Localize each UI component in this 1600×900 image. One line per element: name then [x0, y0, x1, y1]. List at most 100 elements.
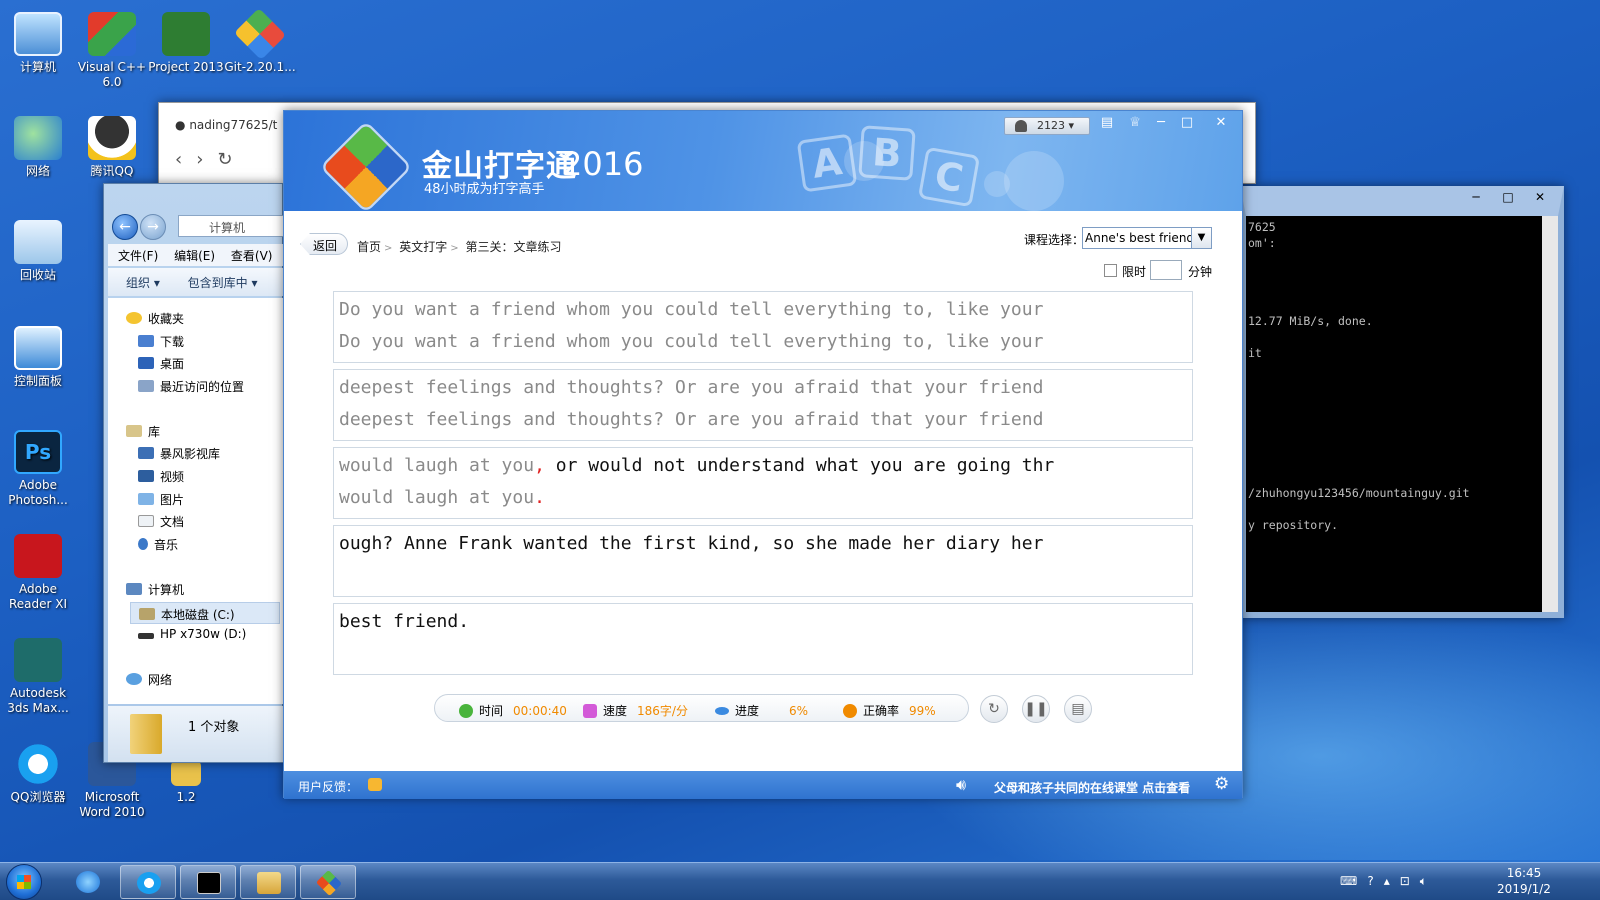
typed-line: would laugh at you. [339, 487, 545, 508]
tree-music[interactable]: 音乐 [138, 536, 178, 553]
menu-edit[interactable]: 编辑(E) [174, 249, 215, 263]
text-block[interactable]: ough? Anne Frank wanted the first kind, … [333, 525, 1193, 597]
promo-link[interactable]: 父母和孩子共同的在线课堂 点击查看 [994, 779, 1190, 796]
desktop-icon-label: Microsoft Word 2010 [79, 790, 145, 819]
desktop-icon-git[interactable]: Git-2.20.1... [222, 7, 298, 75]
desktop-icon-qq-browser[interactable]: QQ浏览器 [0, 742, 76, 805]
tree-storm-library[interactable]: 暴风影视库 [138, 445, 220, 462]
tree-label: HP x730w (D:) [160, 627, 247, 641]
time-limit-checkbox[interactable] [1104, 264, 1117, 277]
start-button[interactable] [6, 864, 42, 900]
user-account-dropdown[interactable]: 2123 ▾ [1004, 117, 1090, 135]
forward-button[interactable]: → [140, 214, 166, 240]
notes-icon[interactable]: ▤ [1096, 115, 1118, 130]
desktop-icon-computer[interactable]: 计算机 [0, 12, 76, 75]
clock[interactable]: 16:45 2019/1/2 [1494, 865, 1554, 897]
include-in-library-button[interactable]: 包含到库中 ▾ [188, 276, 258, 290]
report-button[interactable]: ▤ [1064, 695, 1092, 723]
tree-desktop[interactable]: 桌面 [138, 355, 184, 372]
desktop-icon-control-panel[interactable]: 控制面板 [0, 326, 76, 389]
taskbar-ie[interactable] [60, 865, 116, 899]
text-block[interactable]: best friend. [333, 603, 1193, 675]
tree-drive-d[interactable]: HP x730w (D:) [138, 627, 246, 641]
network-icon [126, 673, 142, 685]
stat-value: 99% [909, 704, 936, 718]
typed-line: deepest feelings and thoughts? Or are yo… [339, 409, 1044, 430]
desktop-icon-network[interactable]: 网络 [0, 116, 76, 179]
taskbar-qq-browser[interactable] [120, 865, 176, 899]
desktop-icon-3ds-max[interactable]: Autodesk 3ds Max... [0, 638, 76, 716]
tree-documents[interactable]: 文档 [138, 513, 184, 530]
tree-favorites[interactable]: 收藏夹 [126, 310, 184, 327]
desktop-icon-visual-cpp[interactable]: Visual C++ 6.0 [74, 12, 150, 90]
tree-computer[interactable]: 计算机 [126, 581, 184, 598]
tree-label: 计算机 [148, 583, 185, 597]
reload-icon[interactable]: ↻ [217, 149, 246, 170]
project-icon [162, 12, 210, 56]
address-bar[interactable]: 计算机 [178, 215, 284, 237]
show-hidden-icons[interactable]: ▴ [1384, 874, 1390, 888]
tree-recent[interactable]: 最近访问的位置 [138, 378, 244, 395]
3ds-max-icon [14, 638, 62, 682]
documents-icon [138, 515, 154, 527]
maximize-icon[interactable]: □ [1176, 115, 1198, 130]
taskbar-explorer[interactable] [240, 865, 296, 899]
folder-icon [130, 714, 162, 754]
skin-shirt-icon[interactable]: ♕ [1124, 115, 1146, 130]
scrollbar[interactable] [1542, 216, 1558, 612]
course-select[interactable]: Anne's best friend ▼ [1082, 227, 1212, 249]
typing-app-window: 金山打字通 2016 48小时成为打字高手 A B C 2123 ▾ ▤ ♕ ─… [283, 110, 1243, 799]
breadcrumb-current: 第三关：文章练习 [465, 240, 562, 254]
tree-local-disk-c[interactable]: 本地磁盘 (C:) [130, 602, 280, 624]
stat-label: 进度 [735, 704, 760, 718]
chevron-down-icon[interactable]: ▼ [1191, 228, 1211, 248]
text-block-active[interactable]: would laugh at you, or would not underst… [333, 447, 1193, 519]
gear-icon[interactable]: ⚙ [1214, 774, 1229, 794]
taskbar-typing-app[interactable] [300, 865, 356, 899]
desktop-icon-photoshop[interactable]: Ps Adobe Photosh... [0, 430, 76, 508]
tree-libraries[interactable]: 库 [126, 423, 160, 440]
back-arrow-icon[interactable]: ‹ [175, 149, 196, 170]
app-slogan: 48小时成为打字高手 [424, 182, 545, 197]
volume-icon[interactable]: 🔈︎ [1420, 874, 1427, 888]
desktop-icon-recycle-bin[interactable]: 回收站 [0, 220, 76, 283]
back-button[interactable]: ← [112, 214, 138, 240]
text-block[interactable]: Do you want a friend whom you could tell… [333, 291, 1193, 363]
restart-button[interactable]: ↻ [980, 695, 1008, 723]
text-block[interactable]: deepest feelings and thoughts? Or are yo… [333, 369, 1193, 441]
back-button[interactable]: 返回 [300, 233, 348, 255]
desktop-icon-adobe-reader[interactable]: Adobe Reader XI [0, 534, 76, 612]
speaker-icon[interactable]: 🔊︎ [956, 775, 966, 795]
forward-arrow-icon[interactable]: › [196, 149, 217, 170]
taskbar-console[interactable] [180, 865, 236, 899]
maximize-icon[interactable]: □ [1492, 190, 1524, 204]
breadcrumb-home[interactable]: 首页 [357, 240, 381, 254]
tree-network[interactable]: 网络 [126, 671, 172, 688]
time-limit-input[interactable] [1150, 260, 1182, 280]
stat-label: 正确率 [863, 704, 900, 718]
desktop-icon-folder-1-2[interactable]: 1.2 [148, 760, 224, 805]
menu-view[interactable]: 查看(V) [231, 249, 273, 263]
help-icon[interactable]: ? [1367, 874, 1373, 888]
browser-tab[interactable]: ● nading77625/t [175, 118, 277, 132]
menu-file[interactable]: 文件(F) [118, 249, 158, 263]
tree-videos[interactable]: 视频 [138, 468, 184, 485]
breadcrumb-english[interactable]: 英文打字 [399, 240, 447, 254]
star-icon [126, 312, 142, 324]
pause-button[interactable]: ❚❚ [1022, 695, 1050, 723]
decor-bubble [1004, 151, 1064, 211]
minimize-icon[interactable]: ─ [1150, 115, 1172, 130]
recent-places-icon [138, 380, 154, 392]
network-tray-icon[interactable]: ⊡ [1400, 874, 1410, 888]
keyboard-icon[interactable]: ⌨ [1340, 874, 1357, 888]
close-icon[interactable]: ✕ [1210, 115, 1232, 130]
chat-bubble-icon[interactable] [368, 778, 382, 791]
close-icon[interactable]: ✕ [1524, 190, 1556, 204]
minimize-icon[interactable]: ─ [1460, 190, 1492, 204]
tree-downloads[interactable]: 下载 [138, 333, 184, 350]
organize-button[interactable]: 组织 ▾ [126, 276, 160, 290]
desktop-icon-qq[interactable]: 腾讯QQ [74, 116, 150, 179]
tree-pictures[interactable]: 图片 [138, 491, 184, 508]
desktop-icon-label: 1.2 [176, 790, 196, 804]
desktop-icon-project[interactable]: Project 2013 [148, 12, 224, 75]
